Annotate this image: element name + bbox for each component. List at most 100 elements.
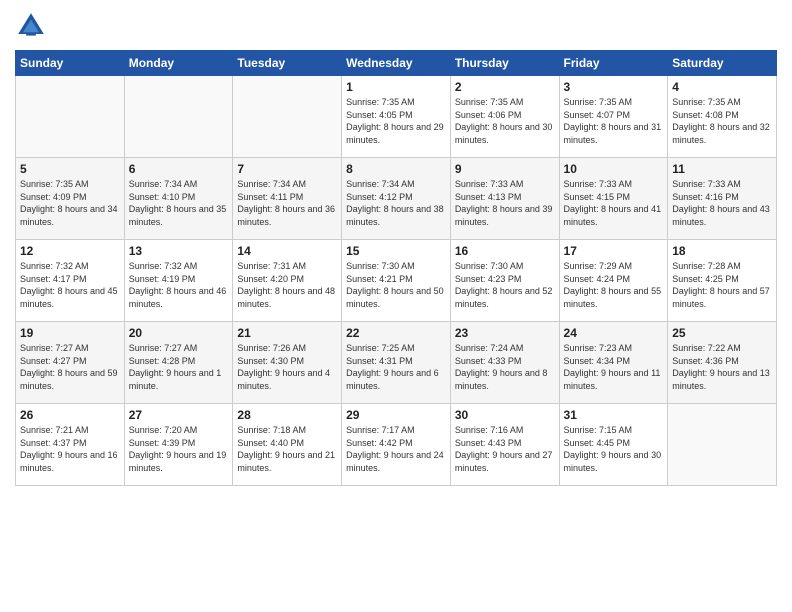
day-number: 18 bbox=[672, 244, 772, 258]
day-info: Sunrise: 7:27 AM Sunset: 4:27 PM Dayligh… bbox=[20, 342, 120, 392]
day-number: 4 bbox=[672, 80, 772, 94]
calendar-cell: 25 Sunrise: 7:22 AM Sunset: 4:36 PM Dayli… bbox=[668, 322, 777, 404]
day-info: Sunrise: 7:35 AM Sunset: 4:07 PM Dayligh… bbox=[564, 96, 664, 146]
calendar-cell: 19 Sunrise: 7:27 AM Sunset: 4:27 PM Dayli… bbox=[16, 322, 125, 404]
day-info: Sunrise: 7:29 AM Sunset: 4:24 PM Dayligh… bbox=[564, 260, 664, 310]
day-info: Sunrise: 7:30 AM Sunset: 4:21 PM Dayligh… bbox=[346, 260, 446, 310]
week-row-3: 12 Sunrise: 7:32 AM Sunset: 4:17 PM Dayli… bbox=[16, 240, 777, 322]
calendar-cell bbox=[16, 76, 125, 158]
calendar-cell: 31 Sunrise: 7:15 AM Sunset: 4:45 PM Dayli… bbox=[559, 404, 668, 486]
day-number: 17 bbox=[564, 244, 664, 258]
day-info: Sunrise: 7:33 AM Sunset: 4:16 PM Dayligh… bbox=[672, 178, 772, 228]
calendar-cell: 20 Sunrise: 7:27 AM Sunset: 4:28 PM Dayli… bbox=[124, 322, 233, 404]
weekday-header-sunday: Sunday bbox=[16, 51, 125, 76]
calendar-cell: 23 Sunrise: 7:24 AM Sunset: 4:33 PM Dayli… bbox=[450, 322, 559, 404]
week-row-1: 1Sunrise: 7:35 AM Sunset: 4:05 PM Daylig… bbox=[16, 76, 777, 158]
day-info: Sunrise: 7:23 AM Sunset: 4:34 PM Dayligh… bbox=[564, 342, 664, 392]
day-number: 20 bbox=[129, 326, 229, 340]
day-info: Sunrise: 7:32 AM Sunset: 4:19 PM Dayligh… bbox=[129, 260, 229, 310]
day-number: 12 bbox=[20, 244, 120, 258]
day-number: 19 bbox=[20, 326, 120, 340]
day-number: 26 bbox=[20, 408, 120, 422]
day-info: Sunrise: 7:18 AM Sunset: 4:40 PM Dayligh… bbox=[237, 424, 337, 474]
week-row-5: 26 Sunrise: 7:21 AM Sunset: 4:37 PM Dayli… bbox=[16, 404, 777, 486]
day-number: 28 bbox=[237, 408, 337, 422]
calendar-cell: 2 Sunrise: 7:35 AM Sunset: 4:06 PM Daylig… bbox=[450, 76, 559, 158]
day-info: Sunrise: 7:32 AM Sunset: 4:17 PM Dayligh… bbox=[20, 260, 120, 310]
day-number: 24 bbox=[564, 326, 664, 340]
calendar-cell: 4Sunrise: 7:35 AM Sunset: 4:08 PM Daylig… bbox=[668, 76, 777, 158]
day-info: Sunrise: 7:22 AM Sunset: 4:36 PM Dayligh… bbox=[672, 342, 772, 392]
day-number: 7 bbox=[237, 162, 337, 176]
calendar-cell: 18 Sunrise: 7:28 AM Sunset: 4:25 PM Dayli… bbox=[668, 240, 777, 322]
header bbox=[15, 10, 777, 42]
day-info: Sunrise: 7:34 AM Sunset: 4:11 PM Dayligh… bbox=[237, 178, 337, 228]
day-number: 9 bbox=[455, 162, 555, 176]
calendar-cell: 11 Sunrise: 7:33 AM Sunset: 4:16 PM Dayli… bbox=[668, 158, 777, 240]
day-number: 1 bbox=[346, 80, 446, 94]
calendar-body: 1Sunrise: 7:35 AM Sunset: 4:05 PM Daylig… bbox=[16, 76, 777, 486]
day-info: Sunrise: 7:26 AM Sunset: 4:30 PM Dayligh… bbox=[237, 342, 337, 392]
calendar-cell bbox=[233, 76, 342, 158]
day-number: 15 bbox=[346, 244, 446, 258]
page: SundayMondayTuesdayWednesdayThursdayFrid… bbox=[0, 0, 792, 612]
calendar-cell: 29 Sunrise: 7:17 AM Sunset: 4:42 PM Dayli… bbox=[342, 404, 451, 486]
calendar-cell: 22 Sunrise: 7:25 AM Sunset: 4:31 PM Dayli… bbox=[342, 322, 451, 404]
day-info: Sunrise: 7:15 AM Sunset: 4:45 PM Dayligh… bbox=[564, 424, 664, 474]
calendar-cell: 3 Sunrise: 7:35 AM Sunset: 4:07 PM Daylig… bbox=[559, 76, 668, 158]
day-number: 22 bbox=[346, 326, 446, 340]
week-row-4: 19 Sunrise: 7:27 AM Sunset: 4:27 PM Dayli… bbox=[16, 322, 777, 404]
calendar-cell: 10Sunrise: 7:33 AM Sunset: 4:15 PM Dayli… bbox=[559, 158, 668, 240]
calendar-cell: 7 Sunrise: 7:34 AM Sunset: 4:11 PM Daylig… bbox=[233, 158, 342, 240]
day-number: 29 bbox=[346, 408, 446, 422]
calendar-cell: 17 Sunrise: 7:29 AM Sunset: 4:24 PM Dayli… bbox=[559, 240, 668, 322]
day-number: 2 bbox=[455, 80, 555, 94]
weekday-header-row: SundayMondayTuesdayWednesdayThursdayFrid… bbox=[16, 51, 777, 76]
day-info: Sunrise: 7:35 AM Sunset: 4:06 PM Dayligh… bbox=[455, 96, 555, 146]
day-info: Sunrise: 7:31 AM Sunset: 4:20 PM Dayligh… bbox=[237, 260, 337, 310]
day-number: 21 bbox=[237, 326, 337, 340]
day-info: Sunrise: 7:33 AM Sunset: 4:13 PM Dayligh… bbox=[455, 178, 555, 228]
day-info: Sunrise: 7:25 AM Sunset: 4:31 PM Dayligh… bbox=[346, 342, 446, 392]
day-number: 31 bbox=[564, 408, 664, 422]
weekday-header-wednesday: Wednesday bbox=[342, 51, 451, 76]
calendar-cell: 8 Sunrise: 7:34 AM Sunset: 4:12 PM Daylig… bbox=[342, 158, 451, 240]
day-info: Sunrise: 7:34 AM Sunset: 4:10 PM Dayligh… bbox=[129, 178, 229, 228]
calendar-cell: 6 Sunrise: 7:34 AM Sunset: 4:10 PM Daylig… bbox=[124, 158, 233, 240]
day-number: 16 bbox=[455, 244, 555, 258]
calendar-cell: 9 Sunrise: 7:33 AM Sunset: 4:13 PM Daylig… bbox=[450, 158, 559, 240]
weekday-header-monday: Monday bbox=[124, 51, 233, 76]
calendar-cell: 26 Sunrise: 7:21 AM Sunset: 4:37 PM Dayli… bbox=[16, 404, 125, 486]
day-number: 11 bbox=[672, 162, 772, 176]
day-info: Sunrise: 7:27 AM Sunset: 4:28 PM Dayligh… bbox=[129, 342, 229, 392]
calendar-cell: 12 Sunrise: 7:32 AM Sunset: 4:17 PM Dayli… bbox=[16, 240, 125, 322]
day-number: 3 bbox=[564, 80, 664, 94]
day-number: 25 bbox=[672, 326, 772, 340]
calendar-cell: 21 Sunrise: 7:26 AM Sunset: 4:30 PM Dayli… bbox=[233, 322, 342, 404]
day-number: 6 bbox=[129, 162, 229, 176]
day-info: Sunrise: 7:34 AM Sunset: 4:12 PM Dayligh… bbox=[346, 178, 446, 228]
logo bbox=[15, 10, 51, 42]
calendar-cell: 13Sunrise: 7:32 AM Sunset: 4:19 PM Dayli… bbox=[124, 240, 233, 322]
calendar-cell: 24 Sunrise: 7:23 AM Sunset: 4:34 PM Dayli… bbox=[559, 322, 668, 404]
day-info: Sunrise: 7:21 AM Sunset: 4:37 PM Dayligh… bbox=[20, 424, 120, 474]
day-info: Sunrise: 7:20 AM Sunset: 4:39 PM Dayligh… bbox=[129, 424, 229, 474]
weekday-header-saturday: Saturday bbox=[668, 51, 777, 76]
day-info: Sunrise: 7:35 AM Sunset: 4:09 PM Dayligh… bbox=[20, 178, 120, 228]
calendar: SundayMondayTuesdayWednesdayThursdayFrid… bbox=[15, 50, 777, 486]
day-number: 23 bbox=[455, 326, 555, 340]
day-info: Sunrise: 7:17 AM Sunset: 4:42 PM Dayligh… bbox=[346, 424, 446, 474]
calendar-cell: 1Sunrise: 7:35 AM Sunset: 4:05 PM Daylig… bbox=[342, 76, 451, 158]
day-info: Sunrise: 7:30 AM Sunset: 4:23 PM Dayligh… bbox=[455, 260, 555, 310]
calendar-cell: 5Sunrise: 7:35 AM Sunset: 4:09 PM Daylig… bbox=[16, 158, 125, 240]
day-info: Sunrise: 7:28 AM Sunset: 4:25 PM Dayligh… bbox=[672, 260, 772, 310]
calendar-cell: 28 Sunrise: 7:18 AM Sunset: 4:40 PM Dayli… bbox=[233, 404, 342, 486]
day-number: 8 bbox=[346, 162, 446, 176]
weekday-header-tuesday: Tuesday bbox=[233, 51, 342, 76]
calendar-cell bbox=[124, 76, 233, 158]
day-info: Sunrise: 7:24 AM Sunset: 4:33 PM Dayligh… bbox=[455, 342, 555, 392]
weekday-header-thursday: Thursday bbox=[450, 51, 559, 76]
day-info: Sunrise: 7:33 AM Sunset: 4:15 PM Dayligh… bbox=[564, 178, 664, 228]
day-number: 30 bbox=[455, 408, 555, 422]
day-info: Sunrise: 7:16 AM Sunset: 4:43 PM Dayligh… bbox=[455, 424, 555, 474]
